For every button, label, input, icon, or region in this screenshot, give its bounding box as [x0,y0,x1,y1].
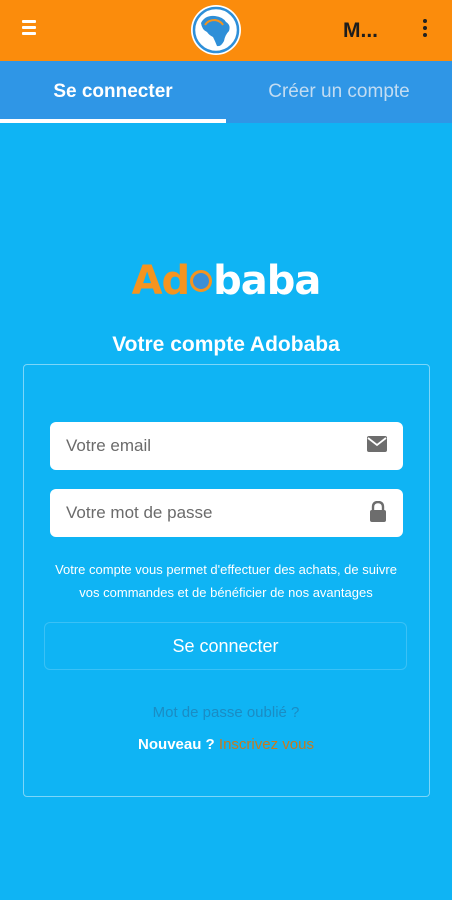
login-button[interactable]: Se connecter [44,622,407,670]
tab-login-label: Se connecter [53,81,173,102]
password-field[interactable] [50,489,403,537]
account-info-line2: vos commandes et de bénéficier de nos av… [79,585,373,600]
lock-icon [369,500,387,528]
forgot-password-link[interactable]: Mot de passe oublié ? [0,704,452,721]
globe-icon [190,270,213,292]
app-logo[interactable] [191,5,241,55]
email-field[interactable] [50,422,403,470]
tab-login[interactable]: Se connecter [0,61,226,123]
hamburger-menu-icon[interactable] [22,20,40,40]
active-tab-indicator [0,119,226,123]
brand-logo-part2: baba [213,258,321,304]
tab-register-label: Créer un compte [268,81,410,102]
auth-tabs: Se connecter Créer un compte [0,61,452,123]
signup-link[interactable]: Inscrivez vous [219,736,314,753]
envelope-icon [367,436,387,457]
account-info-line1: Votre compte vous permet d'effectuer des… [55,562,397,577]
app-title: M... [343,19,378,42]
email-field-wrapper [50,422,403,470]
app-bar: M... [0,0,452,61]
new-user-label: Nouveau ? [138,736,215,753]
africa-globe-icon [192,6,240,54]
password-field-wrapper [50,489,403,537]
signup-prompt: Nouveau ? Inscrivez vous [0,736,452,753]
account-info-text: Votre compte vous permet d'effectuer des… [30,558,422,604]
brand-logo: Ad baba [0,258,452,304]
brand-logo-part1: Ad [131,258,191,304]
tab-register[interactable]: Créer un compte [226,61,452,123]
more-vertical-icon[interactable] [420,19,430,41]
page-title: Votre compte Adobaba [112,333,340,356]
